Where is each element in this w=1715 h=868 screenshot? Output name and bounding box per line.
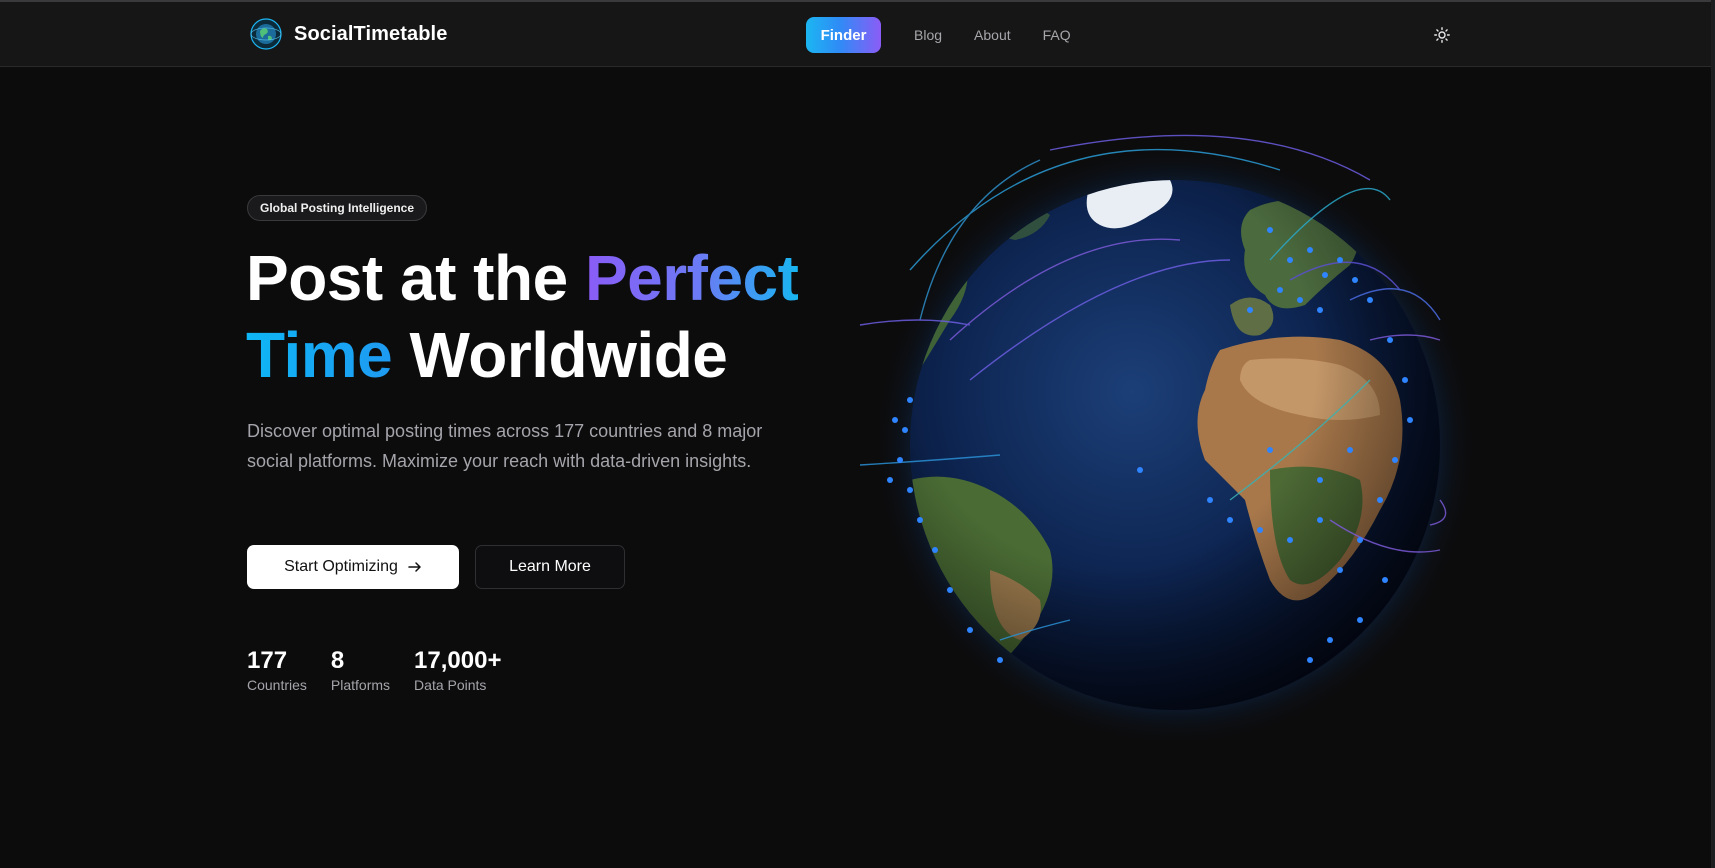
stats-row: 177 Countries 8 Platforms 17,000+ Data P… (247, 646, 525, 693)
start-optimizing-label: Start Optimizing (284, 558, 398, 575)
stat-countries: 177 Countries (247, 646, 307, 693)
hero-badge: Global Posting Intelligence (247, 195, 428, 221)
globe-logo-icon (250, 18, 282, 50)
stat-label: Platforms (330, 677, 391, 693)
headline-highlight-perfect: Perfect (584, 242, 799, 314)
headline-part2: Worldwide (392, 319, 728, 391)
stat-value: 17,000+ (414, 647, 502, 674)
brand-name: SocialTimetable (294, 22, 448, 45)
earth-globe-image (859, 134, 1475, 740)
nav-finder-button[interactable]: Finder (806, 17, 881, 53)
nav-link-faq[interactable]: FAQ (1043, 27, 1071, 43)
nav-link-about[interactable]: About (974, 27, 1011, 43)
stat-platforms: 8 Platforms (331, 646, 390, 693)
stat-label: Data Points (414, 677, 487, 693)
brand-link[interactable]: SocialTimetable (250, 18, 447, 50)
hero-subtitle: Discover optimal posting times across 17… (247, 421, 763, 471)
navbar: SocialTimetable Finder Blog About FAQ (0, 0, 1715, 67)
page-scrollbar[interactable] (1711, 0, 1715, 868)
hero-headline: Post at the Perfect Time Worldwide (246, 240, 799, 394)
stat-data-points: 17,000+ Data Points (414, 646, 501, 693)
main-nav: Finder Blog About FAQ (806, 17, 1071, 53)
stat-value: 8 (330, 647, 345, 674)
globe-visual[interactable] (850, 100, 1500, 740)
arrow-right-icon (408, 562, 421, 572)
headline-highlight-time: Time (246, 319, 393, 391)
start-optimizing-button[interactable]: Start Optimizing (247, 545, 459, 589)
sun-icon[interactable] (1434, 27, 1450, 43)
stat-value: 177 (247, 647, 288, 674)
stat-label: Countries (247, 677, 307, 693)
learn-more-button[interactable]: Learn More (475, 545, 625, 589)
nav-link-blog[interactable]: Blog (914, 27, 942, 43)
headline-part1: Post at the (246, 242, 585, 314)
